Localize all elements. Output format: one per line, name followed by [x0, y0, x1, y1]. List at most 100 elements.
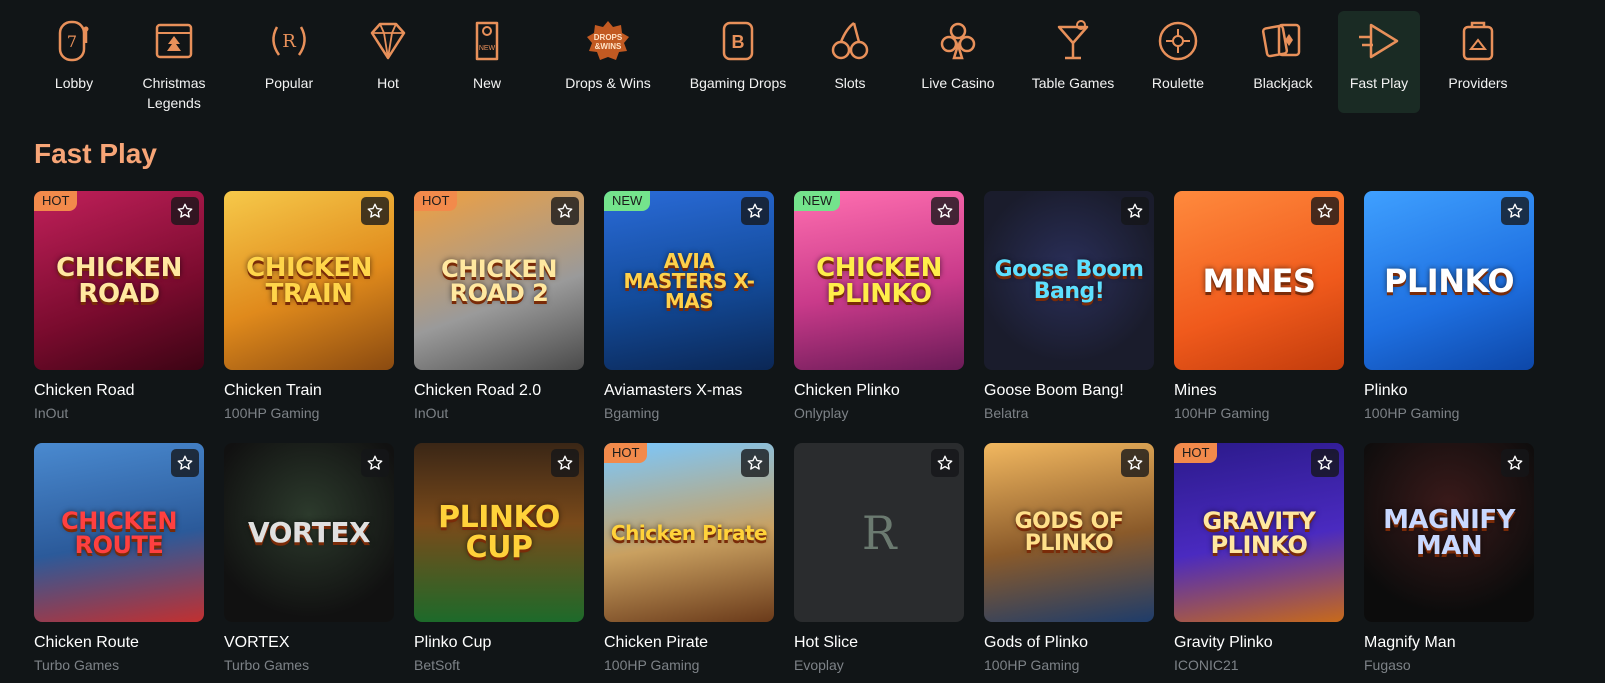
game-card[interactable]: VORTEX VORTEX Turbo Games — [224, 443, 394, 681]
game-title[interactable]: Aviamasters X-mas — [604, 381, 774, 401]
favorite-star-icon[interactable] — [1501, 449, 1529, 477]
game-title[interactable]: Chicken Plinko — [794, 381, 964, 401]
game-card[interactable]: GRAVITY PLINKO HOT Gravity Plinko ICONIC21 — [1174, 443, 1344, 681]
nav-item-label: Live Casino — [921, 75, 995, 91]
game-title[interactable]: Chicken Road — [34, 381, 204, 401]
game-provider: Belatra — [984, 405, 1029, 421]
nav-item-label: New — [472, 75, 501, 91]
game-title[interactable]: VORTEX — [224, 633, 394, 653]
game-provider: Onlyplay — [794, 405, 849, 421]
game-grid: CHICKEN ROAD HOT Chicken Road InOut CHICKEN … — [34, 191, 1534, 681]
game-card[interactable]: Chicken Pirate HOT Chicken Pirate 100HP Gam… — [604, 443, 774, 681]
game-card[interactable]: PLINKO Plinko 100HP Gaming — [1364, 191, 1534, 429]
christmas-calendar-icon — [155, 23, 193, 59]
nav-item-providers[interactable]: Providers — [1420, 11, 1536, 113]
game-artwork-title: MINES — [1202, 261, 1316, 300]
game-thumbnail[interactable]: CHICKEN ROAD HOT — [34, 191, 204, 370]
game-title[interactable]: Chicken Train — [224, 381, 394, 401]
game-card[interactable]: R Hot Slice Evoplay — [794, 443, 964, 681]
favorite-star-icon[interactable] — [171, 449, 199, 477]
nav-item-table-games[interactable]: Table Games — [1018, 11, 1128, 113]
game-thumbnail[interactable]: GRAVITY PLINKO HOT — [1174, 443, 1344, 622]
game-card[interactable]: Goose Boom Bang! Goose Boom Bang! Belatra — [984, 191, 1154, 429]
favorite-star-icon[interactable] — [931, 197, 959, 225]
new-badge: NEW — [604, 191, 651, 211]
nav-item-new[interactable]: NEW New — [432, 11, 542, 113]
game-thumbnail[interactable]: Chicken Pirate HOT — [604, 443, 774, 622]
nav-item-label: Hot — [377, 75, 399, 91]
game-thumbnail[interactable]: AVIA MASTERS X-MAS NEW — [604, 191, 774, 370]
game-thumbnail[interactable]: PLINKO CUP — [414, 443, 584, 622]
game-thumbnail[interactable]: R — [794, 443, 964, 622]
game-thumbnail[interactable]: MINES — [1174, 191, 1344, 370]
favorite-star-icon[interactable] — [551, 197, 579, 225]
nav-item-drops-wins[interactable]: DROPS &WINS Drops & Wins — [542, 11, 674, 113]
game-title[interactable]: Chicken Road 2.0 — [414, 381, 584, 401]
game-card[interactable]: GODS OF PLINKO Gods of Plinko 100HP Gaming — [984, 443, 1154, 681]
favorite-star-icon[interactable] — [361, 197, 389, 225]
game-card[interactable]: MAGNIFY MAN Magnify Man Fugaso — [1364, 443, 1534, 681]
nav-item-lobby[interactable]: 7 Lobby — [34, 11, 114, 113]
game-title[interactable]: Chicken Pirate — [604, 633, 774, 653]
game-title[interactable]: Gravity Plinko — [1174, 633, 1344, 653]
game-artwork-title: PLINKO CUP — [438, 499, 560, 565]
favorite-star-icon[interactable] — [171, 197, 199, 225]
game-provider: ICONIC21 — [1174, 657, 1239, 673]
nav-item-christmas-legends[interactable]: Christmas Legends — [114, 11, 234, 113]
game-card[interactable]: CHICKEN PLINKO NEW Chicken Plinko Onlyplay — [794, 191, 964, 429]
game-artwork-title: AVIA MASTERS X-MAS — [623, 248, 755, 313]
game-thumbnail[interactable]: Goose Boom Bang! — [984, 191, 1154, 370]
game-title[interactable]: Plinko — [1364, 381, 1534, 401]
nav-item-bgaming-drops[interactable]: B Bgaming Drops — [674, 11, 802, 113]
game-provider: 100HP Gaming — [1174, 405, 1270, 421]
favorite-star-icon[interactable] — [931, 449, 959, 477]
favorite-star-icon[interactable] — [361, 449, 389, 477]
game-thumbnail[interactable]: GODS OF PLINKO — [984, 443, 1154, 622]
game-artwork-title: Goose Boom Bang! — [994, 256, 1144, 304]
game-title[interactable]: Gods of Plinko — [984, 633, 1154, 653]
game-card[interactable]: AVIA MASTERS X-MAS NEW Aviamasters X-mas Bg… — [604, 191, 774, 429]
favorite-star-icon[interactable] — [1501, 197, 1529, 225]
favorite-star-icon[interactable] — [551, 449, 579, 477]
nav-item-label: Lobby — [54, 75, 94, 91]
favorite-star-icon[interactable] — [741, 197, 769, 225]
game-card[interactable]: MINES Mines 100HP Gaming — [1174, 191, 1344, 429]
game-card[interactable]: PLINKO CUP Plinko Cup BetSoft — [414, 443, 584, 681]
nav-item-hot[interactable]: Hot — [344, 11, 432, 113]
nav-item-slots[interactable]: Slots — [802, 11, 898, 113]
favorite-star-icon[interactable] — [741, 449, 769, 477]
laurel-r-icon: R — [272, 26, 306, 56]
game-title[interactable]: Magnify Man — [1364, 633, 1534, 653]
game-thumbnail[interactable]: PLINKO — [1364, 191, 1534, 370]
game-thumbnail[interactable]: CHICKEN ROAD 2 HOT — [414, 191, 584, 370]
game-title[interactable]: Chicken Route — [34, 633, 204, 653]
game-thumbnail[interactable]: CHICKEN ROUTE — [34, 443, 204, 622]
game-title[interactable]: Goose Boom Bang! — [984, 381, 1154, 401]
svg-text:B: B — [732, 32, 745, 52]
favorite-star-icon[interactable] — [1311, 449, 1339, 477]
nav-item-live-casino[interactable]: Live Casino — [898, 11, 1018, 113]
nav-item-blackjack[interactable]: Blackjack — [1228, 11, 1338, 113]
game-card[interactable]: CHICKEN ROUTE Chicken Route Turbo Games — [34, 443, 204, 681]
nav-item-label: Popular — [264, 75, 314, 91]
nav-item-popular[interactable]: R Popular — [234, 11, 344, 113]
game-thumbnail[interactable]: CHICKEN TRAIN — [224, 191, 394, 370]
game-title[interactable]: Mines — [1174, 381, 1344, 401]
favorite-star-icon[interactable] — [1121, 449, 1149, 477]
game-title[interactable]: Plinko Cup — [414, 633, 584, 653]
favorite-star-icon[interactable] — [1311, 197, 1339, 225]
hot-badge: HOT — [604, 443, 648, 463]
cherries-icon — [831, 22, 869, 60]
game-card[interactable]: CHICKEN ROAD HOT Chicken Road InOut — [34, 191, 204, 429]
game-provider: 100HP Gaming — [224, 405, 320, 421]
game-thumbnail[interactable]: MAGNIFY MAN — [1364, 443, 1534, 622]
game-thumbnail[interactable]: VORTEX — [224, 443, 394, 622]
game-card[interactable]: CHICKEN TRAIN Chicken Train 100HP Gaming — [224, 191, 394, 429]
favorite-star-icon[interactable] — [1121, 197, 1149, 225]
game-card[interactable]: CHICKEN ROAD 2 HOT Chicken Road 2.0 InOut — [414, 191, 584, 429]
nav-item-fast-play[interactable]: Fast Play — [1338, 11, 1420, 113]
game-title[interactable]: Hot Slice — [794, 633, 964, 653]
game-thumbnail[interactable]: CHICKEN PLINKO NEW — [794, 191, 964, 370]
nav-item-label: Fast Play — [1349, 75, 1409, 91]
nav-item-roulette[interactable]: Roulette — [1128, 11, 1228, 113]
